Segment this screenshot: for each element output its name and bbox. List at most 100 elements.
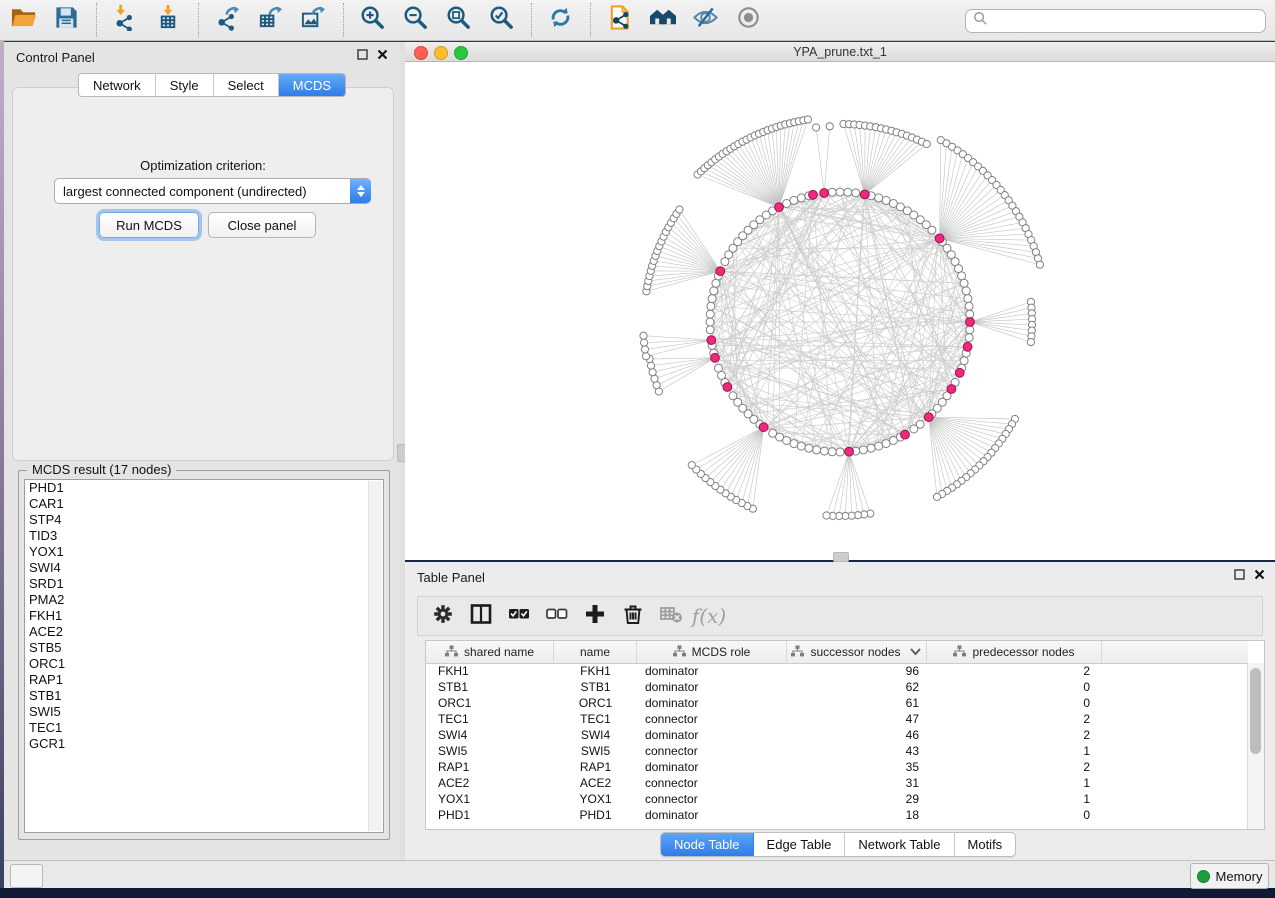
table-row[interactable]: YOX1YOX1connector291 xyxy=(426,791,1248,807)
network-document-icon xyxy=(606,4,633,36)
tab-edge-table[interactable]: Edge Table xyxy=(754,833,846,856)
tab-node-table[interactable]: Node Table xyxy=(661,833,754,856)
column-header-successor-nodes[interactable]: successor nodes xyxy=(787,641,927,663)
mcds-result-item[interactable]: STP4 xyxy=(25,512,383,528)
network-window-titlebar[interactable]: YPA_prune.txt_1 xyxy=(405,42,1275,62)
select-all-button[interactable] xyxy=(504,601,534,631)
refresh-button[interactable] xyxy=(545,5,575,35)
table-row[interactable]: SWI4SWI4dominator462 xyxy=(426,727,1248,743)
cell-predecessor-nodes: 2 xyxy=(927,664,1102,678)
mcds-result-item[interactable]: PHD1 xyxy=(25,480,383,496)
table-toolbar: f(x) xyxy=(417,596,1263,636)
table-row[interactable]: PHD1PHD1dominator180 xyxy=(426,807,1248,823)
open-folder-button[interactable] xyxy=(8,5,38,35)
refresh-icon xyxy=(547,4,574,36)
zoom-in-button[interactable] xyxy=(357,5,387,35)
mcds-result-item[interactable]: SRD1 xyxy=(25,576,383,592)
zoom-out-icon xyxy=(402,4,429,36)
network-window-title: YPA_prune.txt_1 xyxy=(405,45,1275,59)
horizontal-splitter-grip[interactable] xyxy=(833,552,849,562)
zoom-out-button[interactable] xyxy=(400,5,430,35)
mcds-result-item[interactable]: FKH1 xyxy=(25,608,383,624)
mcds-result-item[interactable]: SWI4 xyxy=(25,560,383,576)
mcds-list-scrollbar[interactable] xyxy=(368,481,382,831)
zoom-fit-button[interactable] xyxy=(443,5,473,35)
mcds-result-item[interactable]: PMA2 xyxy=(25,592,383,608)
toolbar-separator xyxy=(198,3,199,37)
task-history-button[interactable] xyxy=(10,864,43,888)
mcds-result-item[interactable]: SWI5 xyxy=(25,704,383,720)
hide-eye-button[interactable] xyxy=(690,5,720,35)
memory-status-icon xyxy=(1197,870,1210,883)
cell-name: RAP1 xyxy=(554,760,637,774)
tab-select[interactable]: Select xyxy=(214,74,279,96)
tab-motifs[interactable]: Motifs xyxy=(955,833,1016,856)
export-network-button[interactable] xyxy=(212,5,242,35)
mcds-result-item[interactable]: GCR1 xyxy=(25,736,383,752)
tab-network[interactable]: Network xyxy=(79,74,156,96)
column-header-MCDS-role[interactable]: MCDS role xyxy=(637,641,787,663)
mcds-result-item[interactable]: STB1 xyxy=(25,688,383,704)
mcds-result-item[interactable]: TID3 xyxy=(25,528,383,544)
tab-style[interactable]: Style xyxy=(156,74,214,96)
settings-gear-button[interactable] xyxy=(428,601,458,631)
cell-name: SWI4 xyxy=(554,728,637,742)
column-header-shared-name[interactable]: shared name xyxy=(426,641,554,663)
table-row[interactable]: TEC1TEC1connector472 xyxy=(426,711,1248,727)
table-row[interactable]: SWI5SWI5connector431 xyxy=(426,743,1248,759)
cell-successor-nodes: 18 xyxy=(787,808,927,822)
close-table-panel-icon[interactable] xyxy=(1254,569,1265,580)
selected-criterion-value: largest connected component (undirected) xyxy=(55,184,350,199)
mcds-result-item[interactable]: TEC1 xyxy=(25,720,383,736)
zoom-selected-button[interactable] xyxy=(486,5,516,35)
save-disk-icon xyxy=(53,4,80,36)
deselect-all-button[interactable] xyxy=(542,601,572,631)
column-header-predecessor-nodes[interactable]: predecessor nodes xyxy=(927,641,1102,663)
save-disk-button[interactable] xyxy=(51,5,81,35)
mcds-result-item[interactable]: RAP1 xyxy=(25,672,383,688)
memory-button[interactable]: Memory xyxy=(1190,863,1269,889)
float-table-panel-icon[interactable] xyxy=(1234,569,1245,580)
import-network-button[interactable] xyxy=(110,5,140,35)
mcds-result-item[interactable]: ACE2 xyxy=(25,624,383,640)
tab-network-table[interactable]: Network Table xyxy=(845,833,954,856)
table-row[interactable]: STB1STB1dominator620 xyxy=(426,679,1248,695)
export-image-icon xyxy=(300,4,327,36)
cell-predecessor-nodes: 2 xyxy=(927,728,1102,742)
columns-button[interactable] xyxy=(466,601,496,631)
add-row-button[interactable] xyxy=(580,601,610,631)
delete-row-button[interactable] xyxy=(618,601,648,631)
mcds-result-item[interactable]: CAR1 xyxy=(25,496,383,512)
tree-hierarchy-icon xyxy=(953,645,966,660)
cell-shared-name: YOX1 xyxy=(426,792,554,806)
network-canvas[interactable] xyxy=(405,62,1275,560)
column-header-name[interactable]: name xyxy=(554,641,637,663)
mcds-result-list[interactable]: PHD1CAR1STP4TID3YOX1SWI4SRD1PMA2FKH1ACE2… xyxy=(24,479,384,833)
add-row-icon xyxy=(583,602,607,631)
column-header-filler xyxy=(1102,641,1248,663)
mcds-result-item[interactable]: YOX1 xyxy=(25,544,383,560)
search-input[interactable] xyxy=(965,9,1266,33)
run-mcds-button[interactable]: Run MCDS xyxy=(99,212,199,238)
show-eye-button[interactable] xyxy=(733,5,763,35)
export-image-button[interactable] xyxy=(298,5,328,35)
table-row[interactable]: ORC1ORC1dominator610 xyxy=(426,695,1248,711)
close-panel-button[interactable]: Close panel xyxy=(208,212,316,238)
tab-mcds[interactable]: MCDS xyxy=(279,74,345,96)
close-panel-icon[interactable] xyxy=(377,49,388,60)
cell-successor-nodes: 62 xyxy=(787,680,927,694)
optimization-criterion-select[interactable]: largest connected component (undirected) xyxy=(54,178,371,204)
table-row[interactable]: RAP1RAP1dominator352 xyxy=(426,759,1248,775)
home-pair-button[interactable] xyxy=(647,5,677,35)
float-panel-icon[interactable] xyxy=(357,49,368,60)
import-table-button[interactable] xyxy=(153,5,183,35)
table-scrollbar-thumb[interactable] xyxy=(1250,668,1261,754)
network-document-button[interactable] xyxy=(604,5,634,35)
mcds-result-item[interactable]: STB5 xyxy=(25,640,383,656)
mcds-result-item[interactable]: ORC1 xyxy=(25,656,383,672)
cell-successor-nodes: 47 xyxy=(787,712,927,726)
table-row[interactable]: FKH1FKH1dominator962 xyxy=(426,663,1248,679)
export-table-button[interactable] xyxy=(255,5,285,35)
table-scrollbar[interactable] xyxy=(1247,663,1264,829)
table-row[interactable]: ACE2ACE2connector311 xyxy=(426,775,1248,791)
